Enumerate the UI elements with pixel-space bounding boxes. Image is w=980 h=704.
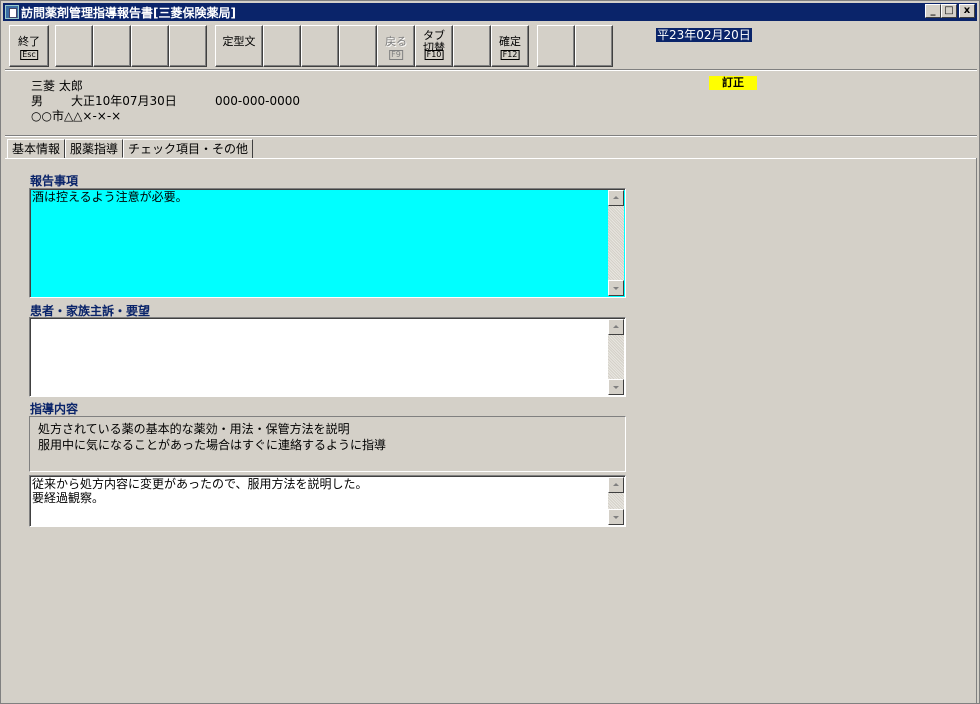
up-arrow-icon <box>613 196 619 199</box>
minimize-button[interactable]: _ <box>925 4 941 18</box>
empty-function-button[interactable] <box>263 25 301 67</box>
empty-function-button[interactable] <box>93 25 131 67</box>
empty-function-button[interactable] <box>453 25 491 67</box>
divider <box>5 69 977 71</box>
guidance-text[interactable]: 従来から処方内容に変更があったので、服用方法を説明した。 要経過観察。 <box>32 477 607 524</box>
template-button[interactable]: 定型文 <box>215 25 263 67</box>
tab-check-items[interactable]: チェック項目・その他 <box>123 139 254 158</box>
back-button[interactable]: 戻る F9 <box>377 25 415 67</box>
guidance-scrollbar[interactable] <box>608 477 624 525</box>
tab-switch-button[interactable]: タブ 切替 F10 <box>415 25 453 67</box>
main-window: 訪問薬剤管理指導報告書[三菱保険薬局] _ □ x 終了 Esc 定型文 戻る … <box>0 0 980 704</box>
close-button[interactable]: x <box>959 4 975 18</box>
f12-key-hint: F12 <box>500 50 520 60</box>
esc-key-hint: Esc <box>20 50 38 60</box>
empty-function-button[interactable] <box>339 25 377 67</box>
guidance-title: 指導内容 <box>30 402 79 416</box>
window-title: 訪問薬剤管理指導報告書[三菱保険薬局] <box>21 5 236 20</box>
scroll-down-button[interactable] <box>608 379 624 395</box>
report-title: 報告事項 <box>30 174 79 188</box>
patient-info: 三菱 太郎 男 大正10年07月30日 000-000-0000 ○○市△△×-×-… <box>31 79 300 124</box>
empty-function-button[interactable] <box>575 25 613 67</box>
scroll-down-button[interactable] <box>608 280 624 296</box>
complaint-textarea[interactable] <box>29 317 626 397</box>
f9-key-hint: F9 <box>389 50 403 60</box>
app-icon <box>5 5 19 19</box>
guidance-textarea[interactable]: 従来から処方内容に変更があったので、服用方法を説明した。 要経過観察。 <box>29 475 626 527</box>
down-arrow-icon <box>613 516 619 519</box>
scroll-up-button[interactable] <box>608 319 624 335</box>
empty-function-button[interactable] <box>131 25 169 67</box>
report-scrollbar[interactable] <box>608 190 624 296</box>
guidance-line: 服用中に気になることがあった場合はすぐに連絡するように指導 <box>38 438 387 452</box>
confirm-label: 確定 <box>499 35 521 48</box>
tab-bar: 基本情報 服薬指導 チェック項目・その他 <box>7 139 254 158</box>
report-text[interactable]: 酒は控えるよう注意が必要。 <box>32 190 607 295</box>
down-arrow-icon <box>613 287 619 290</box>
scroll-up-button[interactable] <box>608 190 624 206</box>
patient-name: 三菱 太郎 <box>31 79 83 93</box>
empty-function-button[interactable] <box>169 25 207 67</box>
tab-panel-edge <box>5 158 977 159</box>
up-arrow-icon <box>613 325 619 328</box>
empty-function-button[interactable] <box>537 25 575 67</box>
title-bar[interactable]: 訪問薬剤管理指導報告書[三菱保険薬局] _ □ x <box>3 3 977 21</box>
down-arrow-icon <box>613 386 619 389</box>
complaint-text[interactable] <box>32 319 607 394</box>
guidance-standard-text: 処方されている薬の基本的な薬効・用法・保管方法を説明 服用中に気になることがあっ… <box>29 416 626 472</box>
patient-phone: 000-000-0000 <box>215 94 301 108</box>
back-label: 戻る <box>385 35 407 48</box>
empty-function-button[interactable] <box>301 25 339 67</box>
patient-address: ○○市△△×-×-× <box>31 109 122 123</box>
exit-label: 終了 <box>18 35 40 48</box>
empty-function-button[interactable] <box>55 25 93 67</box>
correction-badge: 訂正 <box>709 76 757 90</box>
report-textarea[interactable]: 酒は控えるよう注意が必要。 <box>29 188 626 298</box>
tab-panel-edge <box>976 158 977 703</box>
up-arrow-icon <box>613 483 619 486</box>
tab-medication-guidance[interactable]: 服薬指導 <box>65 139 124 158</box>
patient-birthdate: 大正10年07月30日 <box>71 94 177 108</box>
template-label: 定型文 <box>222 35 256 48</box>
report-date: 平23年02月20日 <box>656 28 752 42</box>
scroll-down-button[interactable] <box>608 509 624 525</box>
patient-sex: 男 <box>31 94 44 108</box>
confirm-button[interactable]: 確定 F12 <box>491 25 529 67</box>
f10-key-hint: F10 <box>424 50 444 60</box>
tab-basic-info[interactable]: 基本情報 <box>7 139 66 158</box>
guidance-line: 処方されている薬の基本的な薬効・用法・保管方法を説明 <box>38 422 350 436</box>
scroll-up-button[interactable] <box>608 477 624 493</box>
divider <box>5 135 977 137</box>
maximize-button[interactable]: □ <box>941 4 957 18</box>
complaint-scrollbar[interactable] <box>608 319 624 395</box>
exit-button[interactable]: 終了 Esc <box>9 25 49 67</box>
